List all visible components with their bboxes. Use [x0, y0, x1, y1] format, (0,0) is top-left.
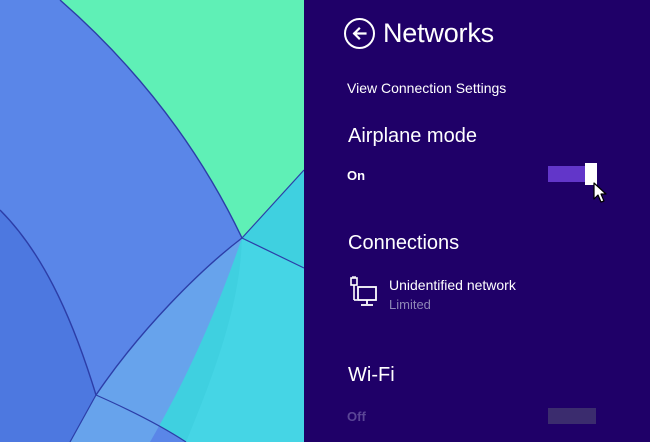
panel-header: Networks [344, 16, 494, 50]
airplane-mode-toggle[interactable] [548, 163, 597, 185]
back-button[interactable] [344, 17, 375, 49]
networks-panel: Networks View Connection Settings Airpla… [304, 0, 650, 442]
airplane-toggle-thumb[interactable] [585, 163, 597, 185]
wifi-toggle-track [548, 408, 596, 424]
airplane-toggle-track [548, 166, 585, 182]
network-status: Limited [389, 297, 431, 312]
airplane-mode-state: On [347, 168, 366, 183]
wifi-heading: Wi-Fi [348, 364, 395, 386]
mouse-pointer-icon [593, 182, 609, 204]
network-item-unidentified[interactable]: Unidentified network Limited [348, 274, 608, 318]
connections-heading: Connections [348, 232, 460, 254]
network-name: Unidentified network [389, 277, 516, 293]
desktop-wallpaper [0, 0, 304, 442]
wifi-state: Off [347, 409, 366, 424]
page-title: Networks [383, 18, 494, 48]
wifi-toggle[interactable] [548, 408, 596, 424]
view-connection-settings-link[interactable]: View Connection Settings [347, 79, 506, 97]
wired-network-icon [348, 276, 378, 308]
airplane-mode-heading: Airplane mode [348, 125, 477, 147]
back-arrow-icon [351, 25, 368, 42]
